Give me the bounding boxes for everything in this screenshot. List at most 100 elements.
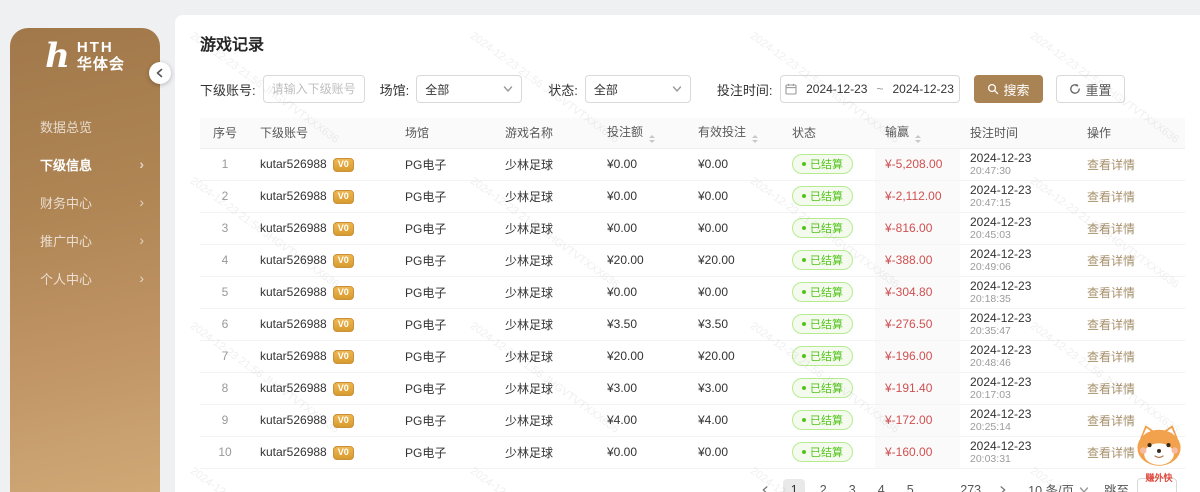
next-page-button[interactable] [991,479,1013,492]
cell-bet-amount: ¥4.00 [597,404,688,436]
search-button[interactable]: 搜索 [974,75,1043,103]
vip-badge: V0 [333,350,354,364]
column-header-label: 序号 [213,126,237,140]
sidebar-item-5[interactable]: 个人中心› [10,259,160,297]
bet-clock: 20:25:14 [970,421,1067,434]
sidebar-collapse-button[interactable] [149,62,171,84]
table-row: 4kutar526988V0PG电子少林足球¥20.00¥20.00已结算¥-3… [200,244,1185,276]
reset-button[interactable]: 重置 [1056,75,1125,103]
cell-bet-amount: ¥0.00 [597,148,688,180]
calendar-icon [785,83,797,95]
cell-game-name: 少林足球 [495,244,597,276]
chevron-right-icon [998,485,1007,492]
view-details-link[interactable]: 查看详情 [1087,318,1135,332]
cell-winloss: ¥-388.00 [875,244,960,276]
cell-valid-bet: ¥0.00 [688,180,782,212]
view-details-link[interactable]: 查看详情 [1087,222,1135,236]
sidebar-item-4[interactable]: 推广中心› [10,221,160,259]
vip-badge: V0 [333,222,354,236]
cell-game-name: 少林足球 [495,340,597,372]
column-header-8[interactable]: 输赢 [875,118,960,148]
cell-status: 已结算 [782,372,875,404]
sidebar-item-label: 推广中心 [40,231,92,250]
bet-date: 2024-12-23 [970,279,1067,293]
date-start: 2024-12-23 [806,82,867,96]
vip-badge: V0 [333,158,354,172]
cell-action: 查看详情 [1077,372,1185,404]
cell-valid-bet: ¥0.00 [688,212,782,244]
bet-date: 2024-12-23 [970,215,1067,229]
sidebar-item-2[interactable]: 下级信息› [10,145,160,183]
sidebar-item-3[interactable]: 财务中心› [10,183,160,221]
bet-time-filter-label: 投注时间: [717,80,773,99]
cell-venue: PG电子 [395,212,495,244]
page-button-3[interactable]: 3 [841,479,863,492]
view-details-link[interactable]: 查看详情 [1087,158,1135,172]
sidebar: h HTH 华体会 数据总览下级信息›财务中心›推广中心›个人中心› [10,28,160,492]
date-end: 2024-12-23 [893,82,954,96]
view-details-link[interactable]: 查看详情 [1087,350,1135,364]
page-button-1[interactable]: 1 [783,479,805,492]
cell-bet-time: 2024-12-2320:17:03 [960,372,1077,404]
view-details-link[interactable]: 查看详情 [1087,286,1135,300]
status-text: 已结算 [810,316,843,332]
status-select[interactable]: 全部 [585,75,691,103]
shiba-mascot[interactable]: 赚外快 [1130,424,1188,484]
column-header-6[interactable]: 有效投注 [688,118,782,148]
page-size-select[interactable]: 10 条/页 [1028,480,1089,492]
account-name: kutar526988 [260,381,327,395]
view-details-link[interactable]: 查看详情 [1087,382,1135,396]
column-header-3: 场馆 [395,118,495,148]
status-dot-icon [802,450,806,454]
cell-index: 4 [200,244,250,276]
status-badge: 已结算 [792,346,853,366]
view-details-link[interactable]: 查看详情 [1087,254,1135,268]
page-button-4[interactable]: 4 [870,479,892,492]
vip-badge: V0 [333,318,354,332]
chevron-left-icon [155,68,165,78]
bet-date: 2024-12-23 [970,247,1067,261]
column-header-2: 下级账号 [250,118,395,148]
cell-valid-bet: ¥0.00 [688,148,782,180]
cell-venue: PG电子 [395,372,495,404]
view-details-link[interactable]: 查看详情 [1087,446,1135,460]
date-range-picker[interactable]: 2024-12-23 ~ 2024-12-23 [780,75,960,103]
page-button-273[interactable]: 273 [957,479,984,492]
cell-winloss: ¥-196.00 [875,340,960,372]
cell-index: 2 [200,180,250,212]
column-header-7: 状态 [782,118,875,148]
account-name: kutar526988 [260,157,327,171]
cell-bet-amount: ¥0.00 [597,436,688,468]
view-details-link[interactable]: 查看详情 [1087,190,1135,204]
account-name: kutar526988 [260,189,327,203]
sort-down-caret [752,140,758,143]
cell-venue: PG电子 [395,404,495,436]
column-header-5[interactable]: 投注额 [597,118,688,148]
cell-valid-bet: ¥20.00 [688,244,782,276]
logo-text-cn: 华体会 [77,57,125,74]
venue-select[interactable]: 全部 [416,75,522,103]
sort-icon[interactable] [752,135,758,143]
status-text: 已结算 [810,156,843,172]
sidebar-item-1[interactable]: 数据总览 [10,107,160,145]
status-text: 已结算 [810,284,843,300]
status-badge: 已结算 [792,378,853,398]
status-dot-icon [802,290,806,294]
page-button-5[interactable]: 5 [899,479,921,492]
sort-icon[interactable] [649,135,655,143]
view-details-link[interactable]: 查看详情 [1087,414,1135,428]
sort-icon[interactable] [915,135,921,143]
cell-bet-time: 2024-12-2320:03:31 [960,436,1077,468]
page-button-2[interactable]: 2 [812,479,834,492]
cell-game-name: 少林足球 [495,372,597,404]
mascot-label: 赚外快 [1130,471,1188,484]
cell-bet-amount: ¥3.50 [597,308,688,340]
account-input[interactable] [263,75,365,103]
status-dot-icon [802,418,806,422]
venue-select-value: 全部 [425,81,449,98]
sort-up-caret [752,135,758,138]
cell-winloss: ¥-304.80 [875,276,960,308]
cell-index: 8 [200,372,250,404]
search-button-label: 搜索 [1004,80,1030,99]
prev-page-button[interactable] [754,479,776,492]
